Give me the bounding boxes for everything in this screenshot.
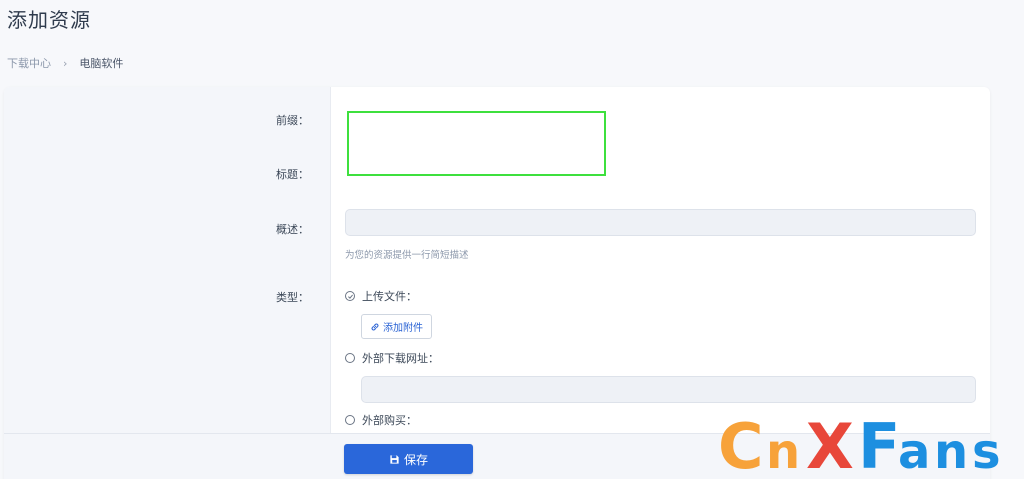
breadcrumb-current: 电脑软件 [79,57,124,70]
breadcrumb: 下载中心 › 电脑软件 [7,55,123,71]
svg-text:a: a [898,424,930,476]
save-button[interactable]: 保存 [344,444,473,474]
summary-input[interactable] [345,209,976,236]
link-icon [371,323,379,330]
prefix-label: 前缀： [276,114,309,127]
external-url-input[interactable] [361,376,976,403]
svg-text:F: F [858,410,900,476]
chevron-right-icon: › [63,56,68,70]
type-option-upload-label: 上传文件： [362,290,417,303]
type-option-upload[interactable]: 上传文件： [345,288,417,304]
type-option-external-url-label: 外部下载网址： [362,352,439,365]
type-option-external-purchase-label: 外部购买： [362,414,417,427]
check-circle-icon[interactable] [345,291,355,301]
add-attachment-button[interactable]: 添加附件 [361,314,432,339]
form-label-column [4,87,331,479]
svg-text:X: X [806,410,854,476]
breadcrumb-link-download-center[interactable]: 下载中心 [7,55,51,71]
type-option-external-purchase[interactable]: 外部购买： [345,412,417,428]
page-title: 添加资源 [7,8,91,32]
type-label: 类型： [276,291,309,304]
svg-text:C: C [718,410,764,476]
type-option-external-url[interactable]: 外部下载网址： [345,350,439,366]
summary-hint: 为您的资源提供一行简短描述 [345,250,469,261]
radio-icon[interactable] [345,353,355,363]
save-button-label: 保存 [403,452,428,467]
svg-text:n: n [934,424,968,476]
save-icon [390,454,399,464]
svg-text:n: n [766,424,800,476]
add-attachment-label: 添加附件 [383,323,423,334]
svg-text:s: s [972,424,1001,476]
title-label: 标题： [276,168,309,181]
prefix-title-highlight-box[interactable] [347,111,606,176]
cnxfans-watermark-logo: C n X F a n s [718,410,1001,476]
summary-label: 概述： [276,223,309,236]
radio-icon[interactable] [345,415,355,425]
